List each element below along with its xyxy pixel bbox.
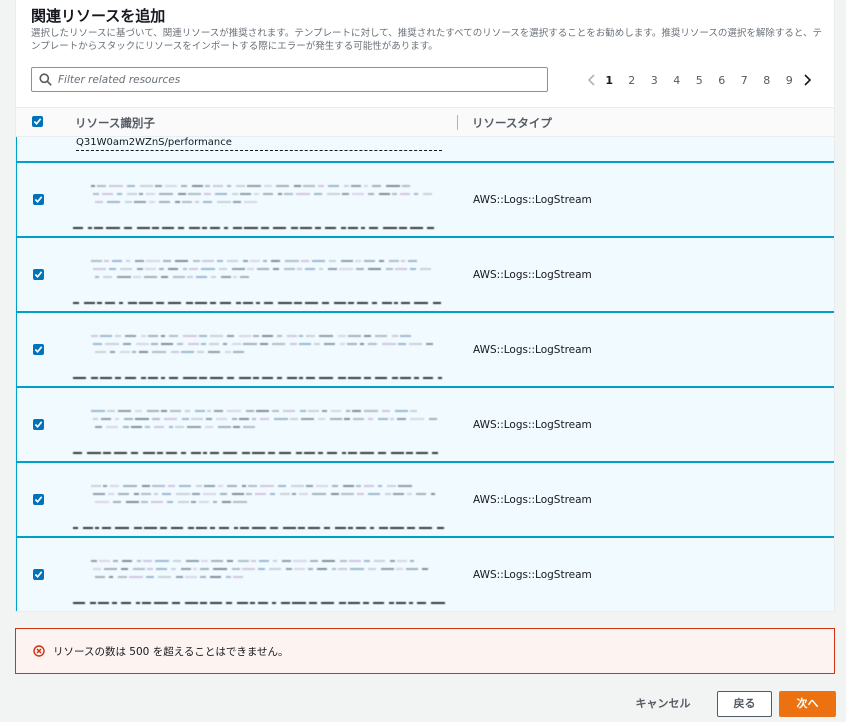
error-alert: リソースの数は 500 を超えることはできません。 <box>15 628 835 674</box>
checkmark-icon <box>34 496 43 503</box>
search-input[interactable] <box>58 70 538 89</box>
resource-identifier: Q31W0am2WZnS/performance <box>76 137 442 151</box>
checkmark-icon <box>34 196 43 203</box>
page-2-button[interactable]: 2 <box>621 74 644 87</box>
chevron-left-icon <box>587 74 595 86</box>
checkmark-icon <box>34 346 43 353</box>
resource-type: AWS::Logs::LogStream <box>473 344 592 356</box>
checkmark-icon <box>34 271 43 278</box>
page-1-button[interactable]: 1 <box>598 74 621 87</box>
error-circle-icon <box>33 645 45 657</box>
page-9-button[interactable]: 9 <box>778 74 801 87</box>
pagination: 123456789 <box>584 70 815 90</box>
resource-identifier-redacted <box>73 552 445 611</box>
previous-page-button[interactable] <box>584 70 598 90</box>
next-page-button[interactable] <box>801 70 815 90</box>
related-resources-panel: 関連リソースを追加 選択したリソースに基づいて、関連リソースが推奨されます。テン… <box>15 0 835 612</box>
column-header-type[interactable]: リソースタイプ <box>472 115 552 131</box>
row-checkbox[interactable] <box>33 569 44 580</box>
table-row[interactable]: AWS::Logs::LogStream <box>16 462 834 537</box>
row-checkbox[interactable] <box>33 269 44 280</box>
resource-type: AWS::Logs::LogStream <box>473 419 592 431</box>
section-description: 選択したリソースに基づいて、関連リソースが推奨されます。テンプレートに対して、推… <box>31 28 822 52</box>
error-message: リソースの数は 500 を超えることはできません。 <box>53 646 289 658</box>
section-title: 関連リソースを追加 <box>31 7 166 25</box>
resource-identifier-redacted <box>73 402 443 462</box>
resource-identifier-redacted <box>73 477 444 537</box>
checkmark-icon <box>34 571 43 578</box>
page-numbers: 123456789 <box>598 74 801 87</box>
next-button[interactable]: 次へ <box>779 691 836 717</box>
resource-identifier-redacted <box>73 177 443 237</box>
resource-type: AWS::Logs::LogStream <box>473 569 592 581</box>
table-row-partial[interactable]: Q31W0am2WZnS/performance <box>16 137 834 162</box>
search-icon <box>39 73 52 86</box>
table-row[interactable]: AWS::Logs::LogStream <box>16 237 834 312</box>
table-row[interactable]: AWS::Logs::LogStream <box>16 537 834 611</box>
checkmark-icon <box>34 421 43 428</box>
row-checkbox[interactable] <box>33 419 44 430</box>
table-row[interactable]: AWS::Logs::LogStream <box>16 312 834 387</box>
search-box[interactable] <box>31 67 548 92</box>
select-all-checkbox[interactable] <box>32 116 43 127</box>
row-checkbox[interactable] <box>33 194 44 205</box>
resource-identifier-redacted <box>73 252 443 312</box>
table-row[interactable]: AWS::Logs::LogStream <box>16 162 834 237</box>
back-button[interactable]: 戻る <box>717 691 772 717</box>
page-6-button[interactable]: 6 <box>711 74 734 87</box>
page-4-button[interactable]: 4 <box>666 74 689 87</box>
page-8-button[interactable]: 8 <box>756 74 779 87</box>
row-checkbox[interactable] <box>33 344 44 355</box>
table-row[interactable]: AWS::Logs::LogStream <box>16 387 834 462</box>
table-header: リソース識別子 リソースタイプ <box>16 107 834 137</box>
resource-type: AWS::Logs::LogStream <box>473 494 592 506</box>
resource-type: AWS::Logs::LogStream <box>473 194 592 206</box>
page-3-button[interactable]: 3 <box>643 74 666 87</box>
resource-identifier-redacted <box>73 327 443 387</box>
column-header-identifier[interactable]: リソース識別子 <box>75 115 155 131</box>
resource-type: AWS::Logs::LogStream <box>473 269 592 281</box>
column-divider[interactable] <box>457 115 458 130</box>
row-checkbox[interactable] <box>33 494 44 505</box>
page-5-button[interactable]: 5 <box>688 74 711 87</box>
checkmark-icon <box>33 118 42 125</box>
chevron-right-icon <box>803 74 811 86</box>
cancel-button[interactable]: キャンセル <box>623 690 703 718</box>
page-7-button[interactable]: 7 <box>733 74 756 87</box>
